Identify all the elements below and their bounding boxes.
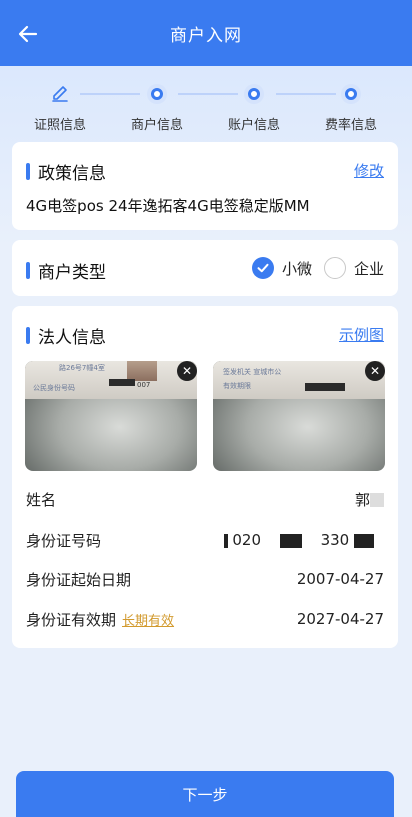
photo-address-text: 路26号7幢4室	[59, 364, 105, 372]
id-expiry-label-group: 身份证有效期 长期有效	[26, 609, 174, 630]
step-merchant[interactable]: 商户信息	[117, 78, 197, 133]
id-number-value: 020 330	[223, 531, 384, 549]
portrait-thumbnail	[127, 361, 157, 381]
radio-label: 企业	[353, 259, 384, 278]
id-number-label: 身份证号码	[26, 531, 102, 550]
step-account[interactable]: 账户信息	[214, 78, 294, 133]
title-accent-bar	[26, 262, 30, 279]
policy-value: 4G电签pos 24年逸拓客4G电签稳定版MM	[26, 197, 310, 215]
next-step-button[interactable]: 下一步	[16, 771, 394, 817]
app-header: 商户入网	[0, 0, 412, 66]
id-start-date-label: 身份证起始日期	[26, 570, 132, 589]
section-title: 商户类型	[26, 258, 106, 283]
close-icon[interactable]: ✕	[365, 361, 385, 381]
step-label: 费率信息	[324, 118, 377, 133]
section-title: 政策信息	[26, 159, 106, 184]
title-accent-bar	[26, 327, 30, 344]
edit-policy-link[interactable]: 修改	[354, 160, 384, 181]
id-start-date-value[interactable]: 2007-04-27	[297, 570, 384, 588]
example-image-link[interactable]: 示例图	[339, 324, 384, 345]
radio-label: 小微	[281, 259, 312, 278]
photo-id-number-text: 007	[137, 381, 151, 389]
step-dot-icon	[341, 84, 361, 104]
page-title: 商户入网	[170, 25, 242, 46]
photo-redaction	[109, 379, 135, 386]
unchecked-circle-icon	[323, 257, 346, 279]
id-expiry-row: 身份证有效期 长期有效 2027-04-27	[26, 608, 384, 630]
pencil-icon	[50, 82, 70, 106]
legal-person-card: 法人信息 示例图 路26号7幢4室 公民身份号码 007 ✕ 签发机关 宣城市公…	[12, 306, 398, 648]
progress-stepper: 证照信息 商户信息 账户信息 费率信息	[0, 78, 412, 138]
id-start-date-row: 身份证起始日期 2007-04-27	[26, 568, 384, 590]
step-label: 账户信息	[227, 118, 280, 133]
step-label: 商户信息	[130, 118, 183, 133]
back-arrow-icon[interactable]	[16, 22, 40, 46]
check-icon	[251, 257, 274, 279]
name-label: 姓名	[26, 490, 57, 509]
photo-valid-text: 有效期限	[223, 382, 251, 390]
name-row: 姓名 郭	[26, 488, 384, 510]
step-dot-icon	[244, 84, 264, 104]
radio-enterprise[interactable]: 企业	[323, 257, 384, 279]
close-icon[interactable]: ✕	[177, 361, 197, 381]
section-title-text: 商户类型	[38, 263, 106, 283]
title-accent-bar	[26, 163, 30, 180]
photo-issuer-text: 签发机关 宣城市公	[223, 368, 282, 376]
id-expiry-label: 身份证有效期	[26, 610, 117, 629]
step-dot-icon	[147, 84, 167, 104]
id-card-back-photo[interactable]: 签发机关 宣城市公 有效期限 ✕	[213, 361, 385, 471]
long-term-valid-link[interactable]: 长期有效	[122, 610, 174, 629]
section-title-text: 法人信息	[38, 328, 106, 348]
photo-redaction	[305, 383, 345, 391]
id-expiry-value[interactable]: 2027-04-27	[297, 610, 384, 628]
id-card-front-photo[interactable]: 路26号7幢4室 公民身份号码 007 ✕	[25, 361, 197, 471]
photo-id-label-text: 公民身份号码	[33, 384, 75, 392]
section-title: 法人信息	[26, 323, 106, 348]
name-value: 郭	[355, 489, 384, 510]
radio-small-micro[interactable]: 小微	[251, 257, 312, 279]
step-rate[interactable]: 费率信息	[311, 78, 391, 133]
merchant-type-radio-group: 小微 企业	[240, 257, 384, 279]
policy-card: 政策信息 修改 4G电签pos 24年逸拓客4G电签稳定版MM	[12, 142, 398, 230]
merchant-type-card: 商户类型 小微 企业	[12, 240, 398, 296]
id-number-row: 身份证号码 020 330	[26, 529, 384, 551]
section-title-text: 政策信息	[38, 164, 106, 184]
step-label: 证照信息	[33, 118, 86, 133]
step-license[interactable]: 证照信息	[20, 78, 100, 133]
